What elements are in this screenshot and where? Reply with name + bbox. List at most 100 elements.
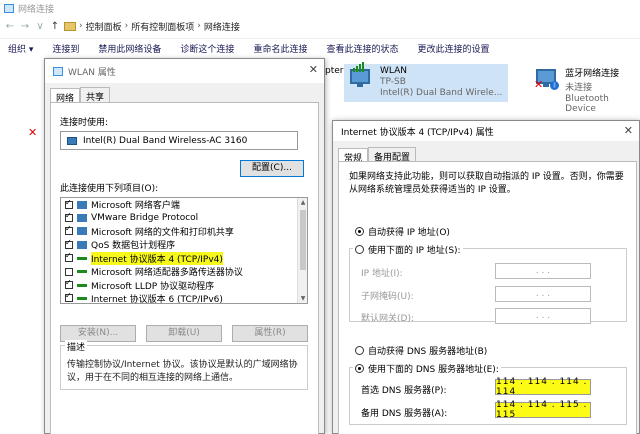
service-icon (77, 240, 87, 249)
dialog-title: Internet 协议版本 4 (TCP/IPv4) 属性 (341, 127, 494, 138)
client-icon (77, 200, 87, 209)
dialog-titlebar: WLAN 属性 (45, 59, 324, 83)
dialog-title: WLAN 属性 (68, 67, 116, 78)
alternate-dns-field[interactable]: 114 . 114 . 115 . 115 (495, 400, 591, 420)
network-card-icon (67, 136, 77, 145)
network-folder-icon (4, 3, 14, 13)
breadcrumb-item[interactable]: 控制面板 (86, 20, 122, 33)
adapter-name: Intel(R) Dual Band Wireless-AC 3160 (83, 135, 248, 146)
list-item[interactable]: Microsoft 网络适配器多路传送器协议 (61, 265, 307, 278)
list-item-ipv4[interactable]: Internet 协议版本 4 (TCP/IPv4) (61, 251, 307, 265)
scroll-up-icon[interactable]: ▲ (298, 199, 307, 206)
wlan-properties-dialog: WLAN 属性 ✕ 网络 共享 连接时使用: Intel(R) Dual Ban… (44, 58, 325, 434)
gateway-field[interactable]: . . . (495, 308, 591, 324)
radio-unselected[interactable] (355, 346, 364, 355)
adapter-name: WLAN (380, 66, 408, 76)
adapter-name-box: Intel(R) Dual Band Wireless-AC 3160 (60, 131, 298, 150)
protocol-icon (77, 270, 87, 274)
adapter-partial[interactable]: ✕ (28, 114, 42, 138)
diagnose-button[interactable]: 诊断这个连接 (180, 42, 234, 55)
ip-address-label: IP 地址(I): (361, 269, 403, 279)
gateway-label: 默认网关(D): (361, 314, 414, 324)
uninstall-button[interactable]: 卸载(U) (146, 325, 222, 342)
service-icon (77, 227, 87, 236)
subnet-label: 子网掩码(U): (361, 292, 414, 302)
description-label: 描述 (65, 340, 88, 353)
adapter-device: Intel(R) Dual Band Wirele... (380, 88, 503, 98)
list-item[interactable]: Microsoft LLDP 协议驱动程序 (61, 278, 307, 292)
item-checkbox[interactable] (65, 251, 73, 263)
view-status-button[interactable]: 查看此连接的状态 (326, 42, 398, 55)
adapter-wlan[interactable]: WLAN TP-SB Intel(R) Dual Band Wirele... (344, 62, 508, 102)
item-checkbox[interactable] (65, 211, 73, 223)
item-checkbox[interactable] (65, 224, 73, 236)
scroll-down-icon[interactable]: ▼ (298, 295, 307, 302)
items-label: 此连接使用下列项目(O): (60, 184, 159, 194)
breadcrumb: › 控制面板 › 所有控制面板项 › 网络连接 (79, 20, 240, 33)
item-checkbox[interactable] (65, 291, 73, 303)
protocol-icon (77, 283, 87, 287)
disconnected-x-icon: ✕ (534, 78, 544, 91)
breadcrumb-item[interactable]: 网络连接 (204, 20, 240, 33)
wlan-icon (53, 66, 63, 76)
close-icon[interactable]: ✕ (309, 63, 318, 76)
list-item[interactable]: Microsoft 网络的文件和打印机共享 (61, 224, 307, 238)
recent-dropdown-icon[interactable]: ∨ (34, 21, 46, 32)
address-bar: ← → ∨ ↑ › 控制面板 › 所有控制面板项 › 网络连接 (0, 16, 640, 36)
disconnected-x-icon: ✕ (28, 126, 38, 139)
protocol-icon (77, 214, 87, 223)
manual-dns-radio[interactable]: 使用下面的 DNS 服务器地址(E): (353, 362, 501, 375)
radio-selected[interactable] (355, 227, 364, 236)
properties-button[interactable]: 属性(R) (232, 325, 308, 342)
list-scrollbar[interactable]: ▲ ▼ (297, 198, 307, 303)
command-bar: 组织 ▾ 连接到 禁用此网络设备 诊断这个连接 重命名此连接 查看此连接的状态 … (0, 38, 640, 58)
description-text: 传输控制协议/Internet 协议。该协议是默认的广域网络协议，用于在不同的相… (67, 360, 298, 383)
adapter-device: Bluetooth Device (565, 94, 609, 114)
subnet-mask-field[interactable]: . . . (495, 286, 591, 302)
window-title: 网络连接 (18, 4, 55, 15)
item-checkbox[interactable] (65, 238, 73, 249)
alternate-dns-label: 备用 DNS 服务器(A): (361, 409, 448, 419)
control-panel-icon (64, 21, 76, 31)
partial-adapter-label: pter (325, 66, 344, 76)
items-list: Microsoft 网络客户端 VMware Bridge Protocol M… (60, 197, 308, 304)
back-arrow-icon[interactable]: ← (4, 21, 16, 32)
preferred-dns-field[interactable]: 114 . 114 . 114 . 114 (495, 377, 591, 397)
item-checkbox[interactable] (65, 198, 73, 209)
item-checkbox[interactable] (65, 278, 73, 290)
radio-unselected[interactable] (355, 245, 364, 254)
preferred-dns-label: 首选 DNS 服务器(P): (361, 386, 447, 396)
manual-ip-radio[interactable]: 使用下面的 IP 地址(S): (353, 243, 463, 256)
list-item[interactable]: Microsoft 网络客户端 (61, 198, 307, 211)
forward-arrow-icon[interactable]: → (19, 21, 31, 32)
wifi-adapter-icon (348, 62, 374, 90)
close-icon[interactable]: ✕ (624, 124, 633, 137)
adapter-status: 未连接 (565, 83, 593, 93)
auto-dns-radio[interactable]: 自动获得 DNS 服务器地址(B) (355, 344, 487, 357)
breadcrumb-item[interactable]: 所有控制面板项 (131, 20, 194, 33)
list-item[interactable]: VMware Bridge Protocol (61, 211, 307, 224)
radio-selected[interactable] (355, 364, 364, 373)
protocol-icon (77, 256, 87, 260)
item-checkbox[interactable] (65, 267, 73, 276)
adapter-network: TP-SB (380, 77, 406, 87)
adapter-bluetooth[interactable]: ✕ ᛒ 蓝牙网络连接 未连接 Bluetooth Device (534, 66, 640, 114)
list-item[interactable]: QoS 数据包计划程序 (61, 238, 307, 251)
up-arrow-icon[interactable]: ↑ (49, 21, 61, 32)
bluetooth-icon: ᛒ (550, 81, 560, 90)
adapter-icon: ✕ (28, 114, 42, 138)
scroll-thumb[interactable] (300, 210, 306, 270)
disable-device-button[interactable]: 禁用此网络设备 (98, 42, 161, 55)
explorer-titlebar: 网络连接 (0, 0, 640, 16)
list-item[interactable]: Internet 协议版本 6 (TCP/IPv6) (61, 291, 307, 303)
organize-menu[interactable]: 组织 ▾ (8, 42, 33, 55)
bluetooth-adapter-icon: ✕ ᛒ (534, 66, 560, 91)
change-settings-button[interactable]: 更改此连接的设置 (417, 42, 489, 55)
auto-ip-radio[interactable]: 自动获得 IP 地址(O) (355, 225, 450, 238)
rename-button[interactable]: 重命名此连接 (253, 42, 307, 55)
connect-to-button[interactable]: 连接到 (52, 42, 79, 55)
ipv4-properties-dialog: Internet 协议版本 4 (TCP/IPv4) 属性 ✕ 常规 备用配置 … (332, 120, 640, 434)
configure-button[interactable]: 配置(C)... (240, 160, 304, 177)
connect-using-label: 连接时使用: (60, 118, 109, 128)
ip-address-field[interactable]: . . . (495, 263, 591, 279)
